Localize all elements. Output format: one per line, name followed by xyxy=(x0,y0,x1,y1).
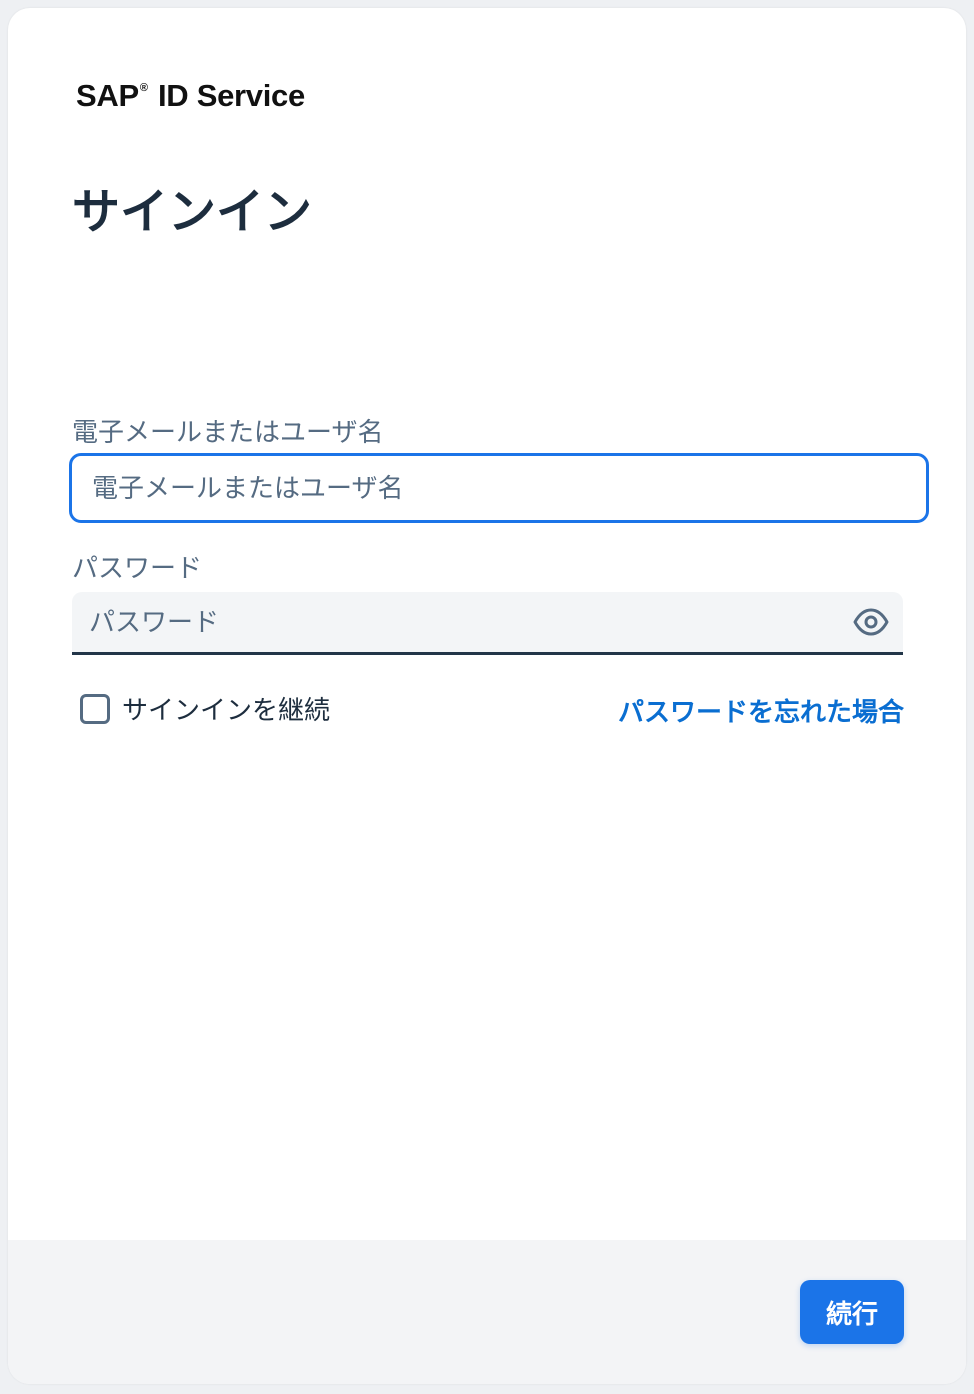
continue-button[interactable]: 続行 xyxy=(800,1280,904,1344)
forgot-password-link[interactable]: パスワードを忘れた場合 xyxy=(618,692,904,729)
remember-me-label[interactable]: サインインを継続 xyxy=(122,690,330,727)
brand-logo: SAP® ID Service xyxy=(76,78,305,114)
password-field-wrapper xyxy=(72,592,903,655)
password-label: パスワード xyxy=(72,553,203,583)
page-title: サインイン xyxy=(72,186,313,239)
checkbox-box[interactable] xyxy=(80,693,110,724)
email-field[interactable] xyxy=(69,453,929,523)
remember-me-checkbox[interactable]: サインインを継続 xyxy=(80,690,330,727)
brand-suffix: ID Service xyxy=(157,78,305,113)
registered-mark: ® xyxy=(139,81,148,94)
password-field[interactable] xyxy=(72,592,849,652)
brand-prefix: SAP xyxy=(76,78,139,113)
signin-card: SAP® ID Service サインイン 電子メールまたはユーザ名 パスワード… xyxy=(8,8,966,1384)
eye-icon[interactable] xyxy=(853,606,889,638)
footer-bar: 続行 xyxy=(8,1240,966,1384)
email-label: 電子メールまたはユーザ名 xyxy=(72,417,384,447)
